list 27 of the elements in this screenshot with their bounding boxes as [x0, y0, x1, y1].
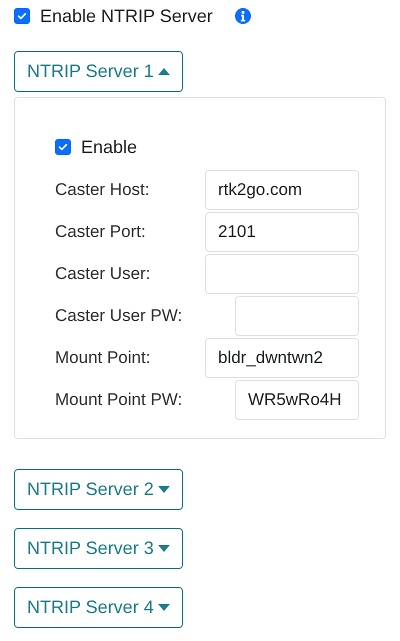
caret-icon	[158, 604, 170, 611]
field-label: Mount Point:	[55, 348, 150, 368]
field-label: Caster User PW:	[55, 306, 182, 326]
server-toggle-button[interactable]: NTRIP Server 3	[14, 528, 183, 569]
server-toggle-button[interactable]: NTRIP Server 4	[14, 587, 183, 628]
input-field[interactable]: WR5wRo4H	[235, 380, 359, 420]
input-field[interactable]: bldr_dwntwn2	[205, 338, 359, 378]
checkmark-icon	[16, 10, 28, 22]
field-label: Caster Port:	[55, 222, 146, 242]
info-icon[interactable]	[234, 8, 251, 24]
field-label: Caster User:	[55, 264, 150, 284]
caret-icon	[158, 545, 170, 552]
checkbox-label: Enable NTRIP Server	[40, 6, 213, 26]
checkbox[interactable]	[55, 139, 71, 155]
checkbox-label: Enable	[81, 136, 138, 158]
server-toggle-button[interactable]: NTRIP Server 2	[14, 469, 183, 510]
checkbox[interactable]	[14, 8, 30, 24]
caret-icon	[158, 486, 170, 493]
input-field[interactable]: 2101	[205, 212, 359, 252]
caret-icon	[158, 68, 170, 75]
field-label: Mount Point PW:	[55, 390, 182, 410]
input-field[interactable]: rtk2go.com	[205, 170, 359, 210]
server-toggle-button[interactable]: NTRIP Server 1	[14, 51, 183, 92]
input-field[interactable]	[235, 296, 359, 336]
checkmark-icon	[57, 141, 69, 153]
field-label: Caster Host:	[55, 180, 150, 200]
input-field[interactable]	[205, 254, 359, 294]
